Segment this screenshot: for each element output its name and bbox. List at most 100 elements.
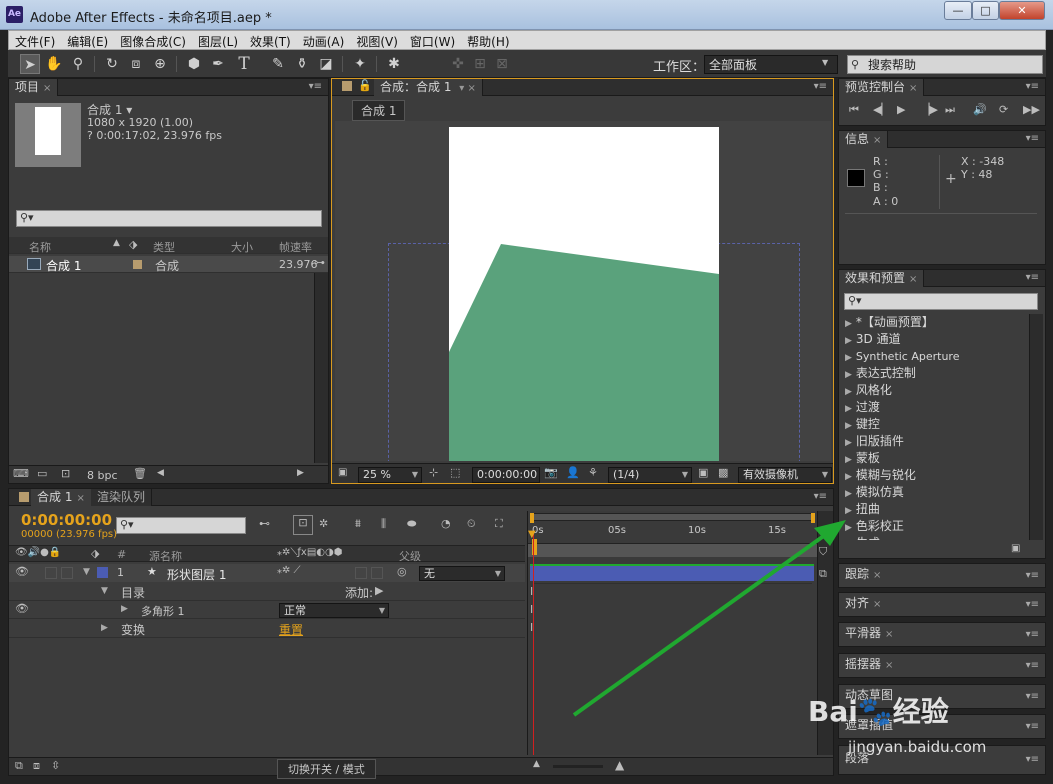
timeline-search-input[interactable] (116, 517, 246, 534)
menu-animation[interactable]: 动画(A) (297, 31, 351, 52)
effects-search-input[interactable] (844, 293, 1038, 310)
auto-keyframe-icon[interactable]: ◔ (441, 517, 451, 530)
comp-marker-icon[interactable]: ⧉ (819, 567, 827, 581)
comp-breadcrumb[interactable]: 合成 1 (352, 100, 406, 121)
parent-select[interactable]: 无 (419, 566, 505, 581)
project-scrollbar[interactable] (314, 273, 328, 463)
navigator-start-handle[interactable] (530, 513, 534, 523)
resolution-select[interactable]: (1/4) (608, 467, 692, 483)
close-button[interactable]: ✕ (999, 1, 1045, 20)
ram-preview-icon[interactable]: ▶▶ (1023, 103, 1040, 116)
sort-ascending-icon[interactable]: ▲ (113, 238, 120, 248)
navigator-end-handle[interactable] (811, 513, 815, 523)
comp-timecode[interactable]: 0:00:00:00 (472, 467, 540, 483)
zoom-slider[interactable] (553, 765, 603, 768)
live-update-icon[interactable]: ⛶ (495, 517, 503, 531)
tab-info[interactable]: 信息 × (839, 131, 889, 148)
effect-category-item[interactable]: ▶ *【动画预置】 (845, 314, 934, 331)
text-tool-icon[interactable]: T (234, 54, 254, 74)
menu-file[interactable]: 文件(F) (9, 31, 61, 52)
hand-tool-icon[interactable]: ✋ (44, 54, 64, 74)
effect-category-item[interactable]: ▶ 蒙板 (845, 450, 880, 467)
column-fps[interactable]: 帧速率 (279, 239, 312, 255)
roto-brush-tool-icon[interactable]: ✦ (350, 54, 370, 74)
color-channels-icon[interactable]: ⚘ (588, 466, 598, 479)
panel-menu-icon[interactable]: ▾≡ (1026, 754, 1039, 765)
layer-label-swatch[interactable] (97, 567, 108, 578)
column-name[interactable]: 名称 (29, 239, 51, 255)
lock-toggle[interactable] (61, 567, 73, 579)
solo-toggle[interactable] (45, 567, 57, 579)
label-color-swatch[interactable] (133, 260, 142, 269)
menu-view[interactable]: 视图(V) (350, 31, 404, 52)
minimize-button[interactable]: — (944, 1, 972, 20)
effect-category-item[interactable]: ▶ 模拟仿真 (845, 484, 904, 501)
next-frame-icon[interactable]: ▕▶ (921, 103, 938, 116)
effect-category-item[interactable]: ▶ 过渡 (845, 399, 880, 416)
axis-local-icon[interactable]: ✜ (448, 54, 468, 74)
draft-3d-icon[interactable]: ⊡ (293, 515, 313, 535)
panel-menu-icon[interactable]: ▾≡ (1026, 133, 1039, 144)
first-frame-icon[interactable]: ⏮ (849, 103, 859, 117)
playhead-icon[interactable]: ▼ (528, 529, 536, 540)
menu-effect[interactable]: 效果(T) (244, 31, 297, 52)
effects-scrollbar[interactable] (1029, 314, 1043, 540)
eye-icon[interactable]: 👁 (15, 602, 29, 615)
effect-category-item[interactable]: ▶ 模糊与锐化 (845, 467, 916, 484)
work-area-bar[interactable] (528, 543, 818, 557)
effect-category-item[interactable]: ▶ 键控 (845, 416, 880, 433)
layer-duration-bar[interactable] (530, 564, 814, 581)
axis-world-icon[interactable]: ⊞ (470, 54, 490, 74)
current-time-indicator[interactable] (533, 531, 534, 755)
tab-render-queue[interactable]: 渲染队列 (91, 489, 153, 506)
label-tag-icon[interactable]: ⬗ (129, 238, 137, 251)
safe-zones-icon[interactable]: ⊹ (429, 466, 438, 479)
column-number[interactable]: # (117, 548, 126, 561)
tab-tracker[interactable]: 跟踪 × (839, 566, 887, 583)
region-of-interest-icon[interactable]: ▣ (698, 466, 708, 479)
scroll-right-icon[interactable]: ▶ (297, 468, 304, 478)
effect-category-item[interactable]: ▶ 风格化 (845, 382, 892, 399)
column-size[interactable]: 大小 (231, 239, 253, 255)
camera-select[interactable]: 有效摄像机 (738, 467, 832, 483)
brainstorm-icon[interactable]: ⬬ (407, 517, 416, 531)
camera-tool-icon[interactable]: ⧈ (126, 54, 146, 74)
effect-category-item[interactable]: ▶生成 (845, 535, 880, 540)
panel-menu-icon[interactable]: ▾≡ (1026, 570, 1039, 581)
play-icon[interactable]: ▶ (897, 103, 905, 116)
graph-editor-icon[interactable]: ⏲ (467, 517, 476, 531)
time-graph[interactable]: 0s 05s 10s 15s I I I ▼ (527, 511, 818, 755)
frame-blending-icon[interactable]: ⩩ (355, 517, 361, 531)
effect-category-item[interactable]: ▶ 3D 通道 (845, 331, 901, 348)
lock-icon[interactable]: 🔓 (358, 79, 372, 92)
snapshot-icon[interactable]: 📷 (544, 466, 558, 479)
expand-layer-icon[interactable]: ▼ (83, 567, 90, 577)
panel-menu-icon[interactable]: ▾≡ (1026, 691, 1039, 702)
comp-button-icon[interactable]: ⛉ (819, 545, 827, 559)
search-help-input[interactable]: 搜索帮助 (847, 55, 1043, 74)
panel-menu-icon[interactable]: ▾≡ (1026, 660, 1039, 671)
time-navigator[interactable] (530, 513, 814, 521)
pen-tool-icon[interactable]: ✒ (208, 54, 228, 74)
toggle-switches-modes-button[interactable]: 切换开关 / 模式 (277, 759, 376, 779)
clone-stamp-tool-icon[interactable]: ⚱ (292, 54, 312, 74)
expand-contents-icon[interactable]: ▼ (101, 586, 108, 596)
reset-link[interactable]: 重置 (279, 621, 303, 638)
panel-menu-icon[interactable]: ▾≡ (309, 81, 322, 92)
menu-help[interactable]: 帮助(H) (461, 31, 515, 52)
audio-icon[interactable]: 🔊 (973, 103, 987, 116)
axis-view-icon[interactable]: ⊠ (492, 54, 512, 74)
menu-composition[interactable]: 图像合成(C) (114, 31, 192, 52)
tab-wiggler[interactable]: 摇摆器 × (839, 656, 899, 673)
zoom-out-icon[interactable]: ▲ (533, 759, 540, 769)
column-type[interactable]: 类型 (153, 239, 175, 255)
panel-menu-icon[interactable]: ▾≡ (1026, 599, 1039, 610)
zoom-in-icon[interactable]: ▲ (615, 758, 624, 772)
transparency-grid-icon[interactable]: ▩ (718, 466, 728, 479)
layer-switches-icon[interactable]: ⁎✲ ⟋ (277, 565, 301, 576)
panel-menu-icon[interactable]: ▾≡ (1026, 272, 1039, 283)
workspace-select[interactable]: 全部面板 (704, 55, 838, 74)
parent-pickwhip-icon[interactable]: ◎ (397, 565, 407, 578)
expand-transform-icon[interactable]: ▶ (101, 623, 108, 633)
tab-project[interactable]: 项目 × (9, 79, 59, 96)
